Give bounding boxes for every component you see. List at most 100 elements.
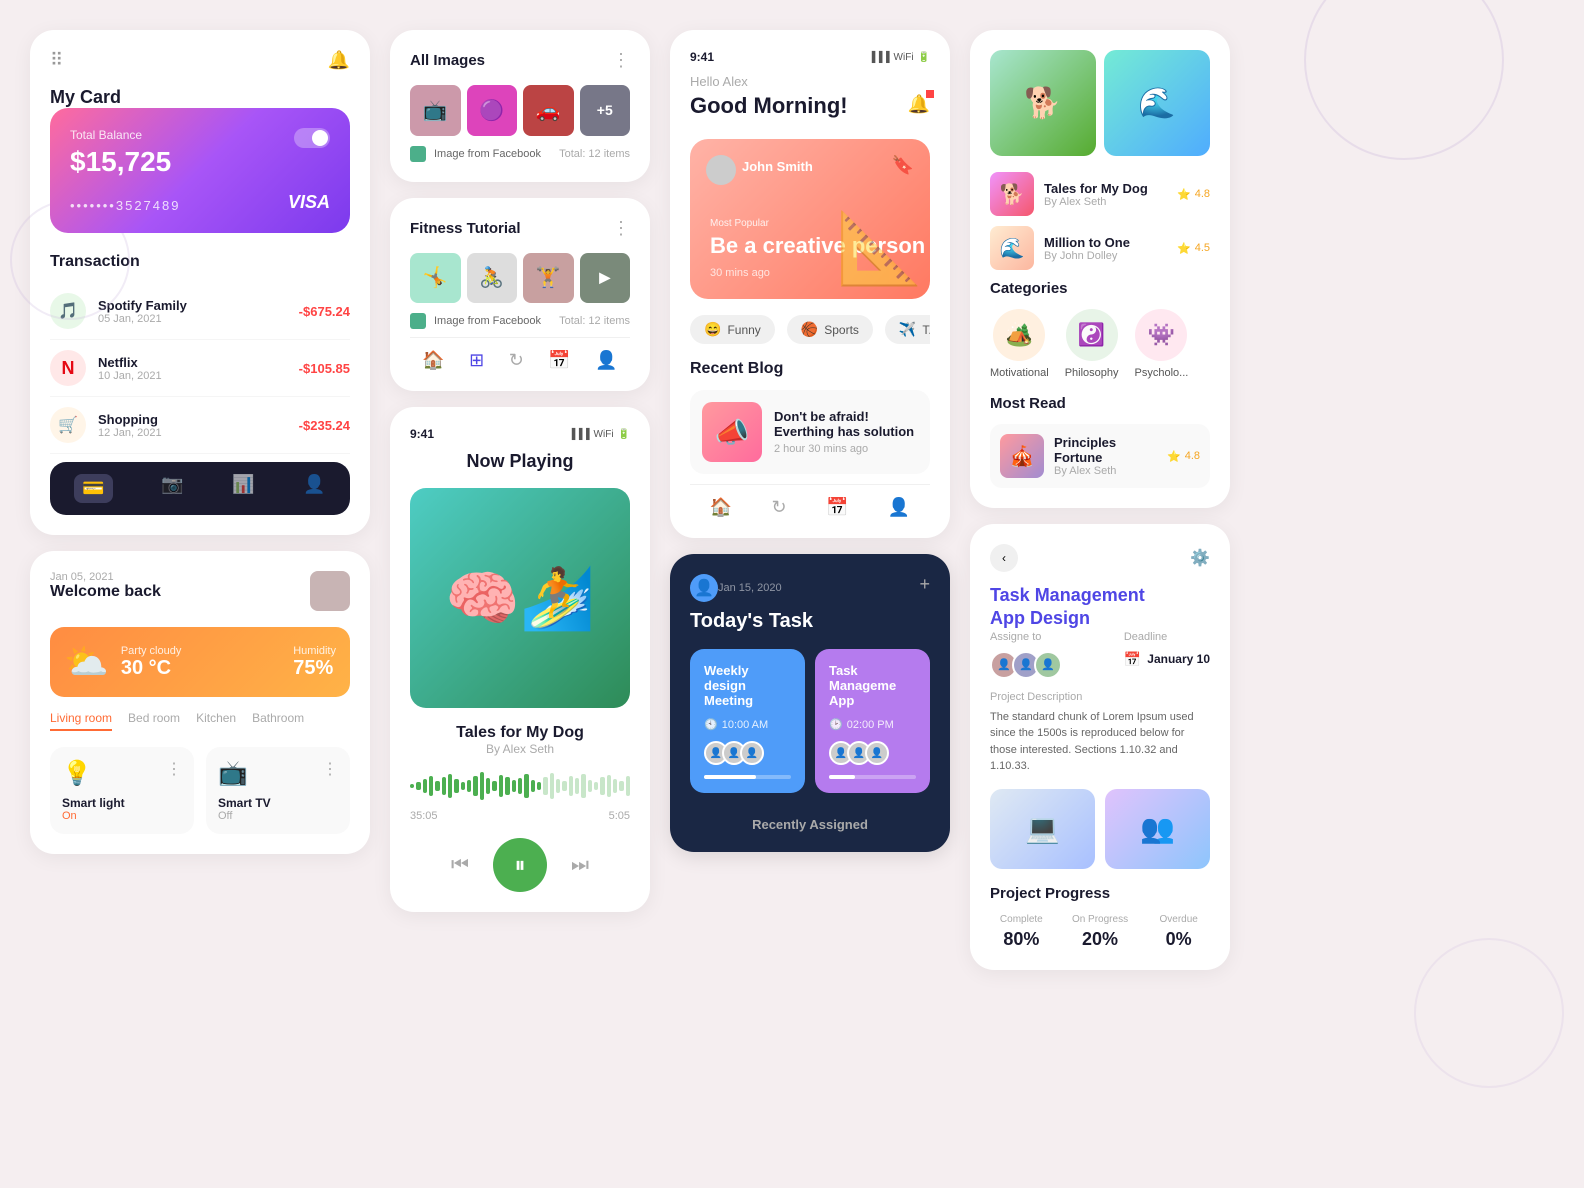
balance-toggle[interactable]: [294, 128, 330, 148]
tmgmt-gear-icon[interactable]: ⚙️: [1190, 548, 1210, 568]
bnav-calendar[interactable]: 📅: [548, 350, 570, 371]
task-time-2: 02:00 PM: [847, 719, 894, 731]
more-icon[interactable]: ⋮: [612, 50, 630, 71]
fitness-more-icon[interactable]: ⋮: [612, 218, 630, 239]
room-tab-bathroom[interactable]: Bathroom: [252, 711, 304, 731]
book-info-2: Million to One By John Dolley: [1044, 235, 1130, 262]
image-thumb-1: 📺: [410, 85, 461, 136]
bnav-user[interactable]: 👤: [595, 350, 617, 371]
blog-post-time: 2 hour 30 mins ago: [774, 443, 918, 455]
blog-nav-refresh[interactable]: ↻: [772, 497, 787, 518]
welcome-date-title: Jan 05, 2021 Welcome back: [50, 571, 161, 601]
bnav-home[interactable]: 🏠: [422, 350, 444, 371]
bnav-grid[interactable]: ⊞: [469, 350, 484, 371]
fitness-thumb-4: ▶: [580, 253, 631, 304]
book-author-1: By Alex Seth: [1044, 196, 1148, 208]
blog-nav-user[interactable]: 👤: [888, 497, 910, 518]
task-time: 10:00 AM: [722, 719, 768, 731]
visa-brand: VISA: [288, 192, 330, 213]
netflix-icon: N: [50, 350, 86, 386]
tmgmt-prev-btn[interactable]: ‹: [990, 544, 1018, 572]
greeting-small: Hello Alex: [690, 74, 848, 89]
nav-wallet-icon[interactable]: 💳: [74, 474, 112, 503]
images-widget: All Images ⋮ 📺 🟣 🚗 +5 Image from Faceboo…: [390, 30, 650, 182]
track-name: Tales for My Dog: [410, 724, 630, 742]
welcome-title: Welcome back: [50, 583, 161, 601]
notification-icon[interactable]: 🔔: [908, 94, 930, 115]
room-tab-living[interactable]: Living room: [50, 711, 112, 731]
book-item-cover-2: 🌊: [990, 226, 1034, 270]
onprogress-label: On Progress: [1069, 914, 1132, 925]
deadline-label: Deadline: [1124, 631, 1210, 643]
category-tabs: 😄 Funny 🏀 Sports ✈️ T...: [690, 315, 930, 344]
smart-tv-icon: 📺: [218, 759, 248, 788]
book-item-2: 🌊 Million to One By John Dolley ⭐ 4.5: [990, 226, 1210, 270]
nav-camera-icon[interactable]: 📷: [161, 474, 183, 503]
cat-psychology[interactable]: 👾 Psycholo...: [1135, 309, 1189, 379]
hero-bookmark-icon[interactable]: 🔖: [892, 155, 914, 176]
transaction-amount: -$675.24: [299, 304, 350, 319]
task-card-title: Weekly design Meeting: [704, 663, 791, 708]
travel-label: T...: [922, 323, 930, 337]
pause-button[interactable]: ⏸: [493, 838, 547, 892]
bnav-refresh[interactable]: ↻: [509, 350, 524, 371]
nav-chart-icon[interactable]: 📊: [232, 474, 254, 503]
track-artist: By Alex Seth: [410, 742, 630, 756]
progress-stat-onprogress: On Progress 20%: [1069, 914, 1132, 950]
prev-button[interactable]: ⏮: [451, 854, 469, 877]
most-read-book-title: Principles Fortune: [1054, 435, 1157, 465]
smart-light-name: Smart light: [62, 796, 182, 810]
device-more-icon[interactable]: ⋮: [166, 759, 182, 779]
fitness-thumb-1: 🤸: [410, 253, 461, 304]
blog-post-card: 📣 Don't be afraid! Everthing has solutio…: [690, 390, 930, 474]
nav-profile-icon[interactable]: 👤: [303, 474, 325, 503]
rating-value: 4.8: [1195, 188, 1210, 200]
psychology-icon: 👾: [1135, 309, 1187, 361]
book-rating-2: ⭐ 4.5: [1177, 242, 1210, 255]
smart-light-icon: 💡: [62, 759, 92, 788]
sports-icon: 🏀: [801, 321, 818, 338]
task-header-left: 👤 Jan 15, 2020: [690, 574, 782, 606]
transaction-info: Shopping 12 Jan, 2021: [98, 412, 287, 439]
now-playing-label: Now Playing: [410, 451, 630, 472]
onprogress-value: 20%: [1069, 929, 1132, 950]
task-progress-fill-2: [829, 775, 855, 779]
avatar: [310, 571, 350, 611]
fitness-source-total: Total: 12 items: [559, 315, 630, 327]
column-4: 🐕 🌊 🐕 Tales for My Dog By Alex Seth ⭐ 4.…: [970, 30, 1230, 970]
book-title-1: Tales for My Dog: [1044, 181, 1148, 196]
cat-travel[interactable]: ✈️ T...: [885, 315, 930, 344]
cat-sports[interactable]: 🏀 Sports: [787, 315, 873, 344]
next-button[interactable]: ⏭: [571, 854, 589, 877]
shopping-icon: 🛒: [50, 407, 86, 443]
blog-nav-calendar[interactable]: 📅: [826, 497, 848, 518]
room-tab-kitchen[interactable]: Kitchen: [196, 711, 236, 731]
philosophy-label: Philosophy: [1065, 367, 1119, 379]
proj-desc-text: The standard chunk of Lorem Ipsum used s…: [990, 709, 1210, 775]
smart-tv-name: Smart TV: [218, 796, 338, 810]
room-tab-bed[interactable]: Bed room: [128, 711, 180, 731]
book-cover-1: 🐕: [990, 50, 1096, 156]
overdue-label: Overdue: [1147, 914, 1210, 925]
cat-motivational[interactable]: 🏕️ Motivational: [990, 309, 1049, 379]
device-more-icon[interactable]: ⋮: [322, 759, 338, 779]
cat-funny[interactable]: 😄 Funny: [690, 315, 775, 344]
task-add-button[interactable]: +: [919, 574, 930, 595]
most-read-rating-value: 4.8: [1185, 450, 1200, 462]
blog-nav-home[interactable]: 🏠: [710, 497, 732, 518]
task-date: Jan 15, 2020: [718, 582, 782, 594]
progress-stat-complete: Complete 80%: [990, 914, 1053, 950]
blog-widget: 9:41 ▐▐▐ WiFi 🔋 Hello Alex Good Morning!…: [670, 30, 950, 538]
weather-card: ⛅ Party cloudy 30 °C Humidity 75%: [50, 627, 350, 697]
tmgmt-header: ‹ ⚙️: [990, 544, 1210, 572]
deadline-info: Deadline 📅 January 10: [1124, 631, 1210, 668]
bell-icon: 🔔: [328, 50, 350, 71]
psychology-label: Psycholo...: [1135, 367, 1189, 379]
calendar-icon: 📅: [1124, 651, 1141, 668]
overdue-value: 0%: [1147, 929, 1210, 950]
task-avatars-2: 👤 👤 👤: [829, 741, 916, 765]
task-avatar-3: 👤: [740, 741, 764, 765]
greeting-big: Good Morning!: [690, 93, 848, 119]
cat-philosophy[interactable]: ☯️ Philosophy: [1065, 309, 1119, 379]
transaction-date: 05 Jan, 2021: [98, 313, 287, 325]
